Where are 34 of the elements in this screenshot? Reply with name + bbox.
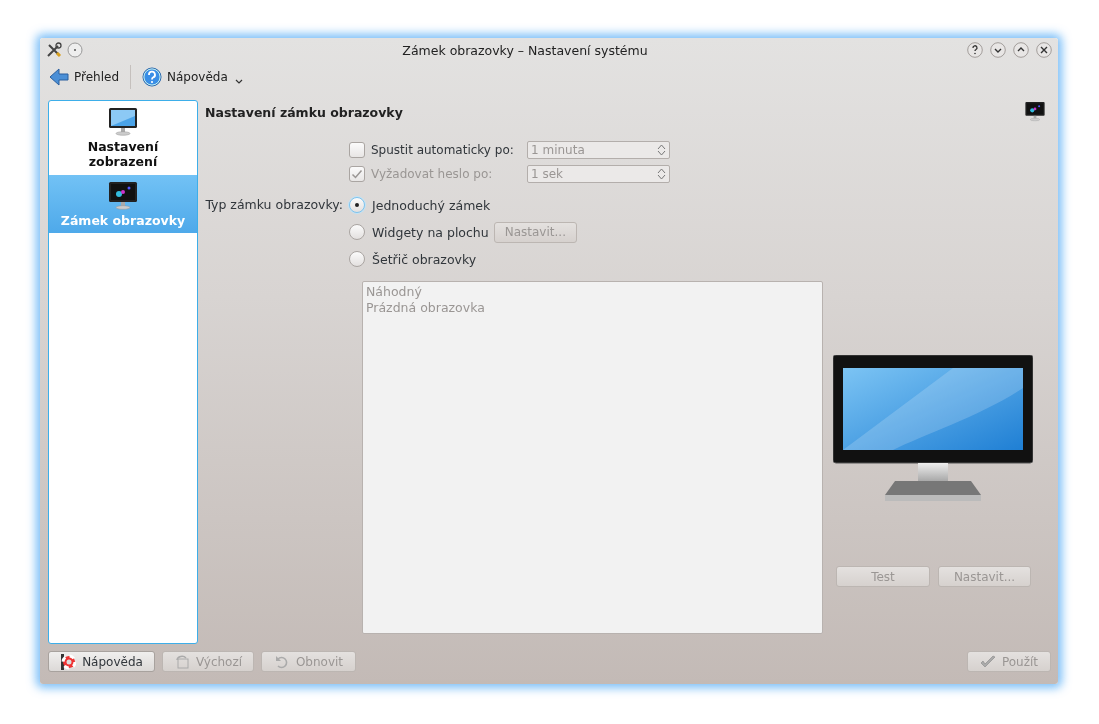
dark-monitor-icon bbox=[107, 179, 139, 211]
help-button[interactable]: Nápověda bbox=[48, 651, 155, 672]
help-icon bbox=[142, 67, 163, 87]
minimize-icon[interactable] bbox=[990, 42, 1006, 58]
spin-field[interactable]: 1 minuta bbox=[527, 141, 670, 159]
chevron-down-icon[interactable] bbox=[234, 79, 243, 85]
close-icon[interactable] bbox=[1036, 42, 1052, 58]
radio-label: Widgety na plochu bbox=[372, 224, 489, 240]
radio-label: Jednoduchý zámek bbox=[372, 197, 491, 213]
checkbox[interactable] bbox=[349, 142, 365, 158]
field-label: Typ zámku obrazovky: bbox=[205, 196, 343, 214]
radio-label: Šetřič obrazovky bbox=[372, 251, 477, 267]
window-title: Zámek obrazovky – Nastavení systému bbox=[401, 42, 649, 58]
radio-button[interactable] bbox=[349, 197, 365, 213]
checkmark-icon bbox=[979, 653, 996, 670]
up-down-arrows-icon bbox=[657, 168, 666, 180]
dark-monitor-icon bbox=[1024, 100, 1046, 122]
radio-button[interactable] bbox=[349, 224, 365, 240]
up-down-arrows-icon bbox=[657, 144, 666, 156]
help-icon[interactable] bbox=[967, 42, 983, 58]
checkmark-icon bbox=[351, 168, 363, 180]
back-arrow-icon bbox=[49, 68, 69, 86]
maximize-icon[interactable] bbox=[1013, 42, 1029, 58]
back-button[interactable]: Přehled bbox=[47, 66, 122, 88]
sidebar-item[interactable]: Zámek obrazovky bbox=[49, 175, 197, 233]
radio-button[interactable] bbox=[349, 251, 365, 267]
sidebar-item[interactable]: Nastavení zobrazení bbox=[49, 101, 197, 175]
undo-icon bbox=[273, 653, 290, 670]
tools-icon[interactable] bbox=[46, 42, 62, 58]
help-menu-button[interactable]: Nápověda bbox=[140, 65, 230, 89]
monitor-icon bbox=[107, 105, 139, 137]
checkbox-label: Spustit automaticky po: bbox=[371, 143, 515, 157]
page-heading: Nastavení zámku obrazovky bbox=[205, 105, 403, 122]
checkbox-label: Vyžadovat heslo po: bbox=[371, 167, 494, 181]
